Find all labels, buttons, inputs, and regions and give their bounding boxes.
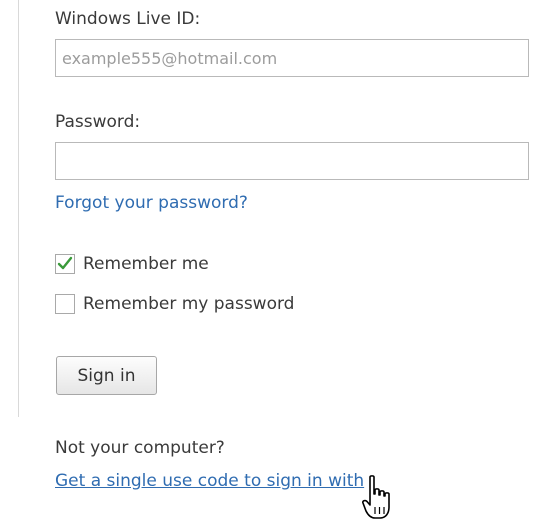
remember-me-checkbox[interactable] (55, 254, 75, 274)
live-id-label: Windows Live ID: (55, 9, 201, 29)
checkmark-icon (57, 256, 73, 270)
not-your-computer-text: Not your computer? (55, 438, 225, 458)
hand-pointer-cursor-icon (362, 475, 390, 519)
password-label: Password: (55, 112, 141, 132)
single-use-code-link[interactable]: Get a single use code to sign in with (55, 471, 364, 491)
remember-password-checkbox[interactable] (55, 294, 75, 314)
sign-in-button[interactable]: Sign in (56, 356, 157, 395)
forgot-password-link[interactable]: Forgot your password? (55, 193, 248, 213)
remember-me-label: Remember me (83, 254, 209, 274)
remember-me-row[interactable]: Remember me (55, 253, 209, 275)
live-id-input[interactable] (55, 39, 529, 77)
password-input[interactable] (55, 142, 529, 180)
left-divider-line (18, 0, 19, 417)
remember-password-row[interactable]: Remember my password (55, 293, 294, 315)
remember-password-label: Remember my password (83, 294, 295, 314)
